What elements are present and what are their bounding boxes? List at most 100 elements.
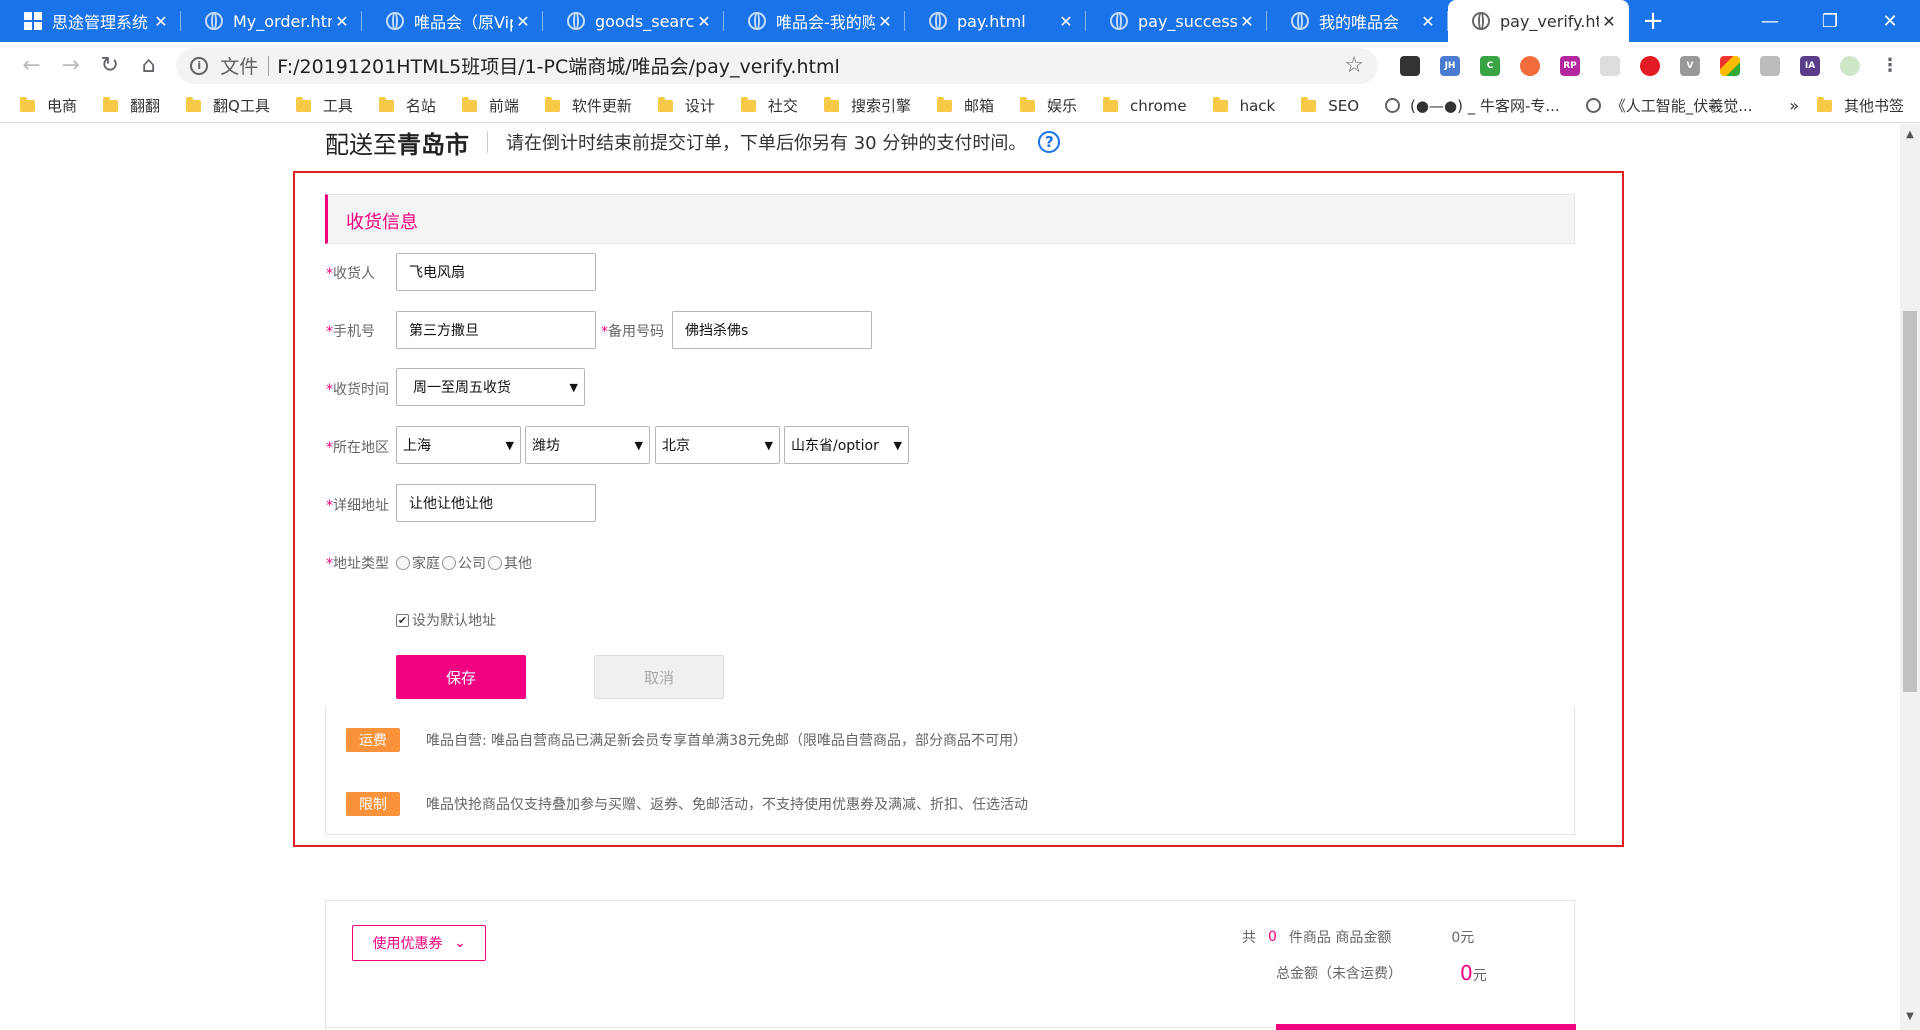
window-controls: — ❐ ✕ <box>1740 0 1920 42</box>
folder-icon <box>1301 96 1317 112</box>
bookmark-folder[interactable]: 软件更新 <box>544 95 632 116</box>
scroll-down-icon[interactable]: ▼ <box>1900 1011 1920 1028</box>
street-select[interactable]: 山东省/optior ▼ <box>784 426 909 464</box>
goods-count-row: 共 0 件商品 商品金额 0元 <box>1242 929 1475 946</box>
delivery-time-label: *收货时间 <box>326 382 389 398</box>
bookmark-folder[interactable]: hack <box>1212 96 1275 115</box>
browser-tab[interactable]: 唯品会（原Vip ✕ <box>362 0 543 42</box>
extension-icon[interactable] <box>1400 55 1421 76</box>
scrollbar-thumb[interactable] <box>1903 311 1917 692</box>
bookmark-link[interactable]: (●—●) _ 牛客网-专... <box>1385 95 1560 116</box>
bookmark-folder[interactable]: 翻Q工具 <box>186 95 270 116</box>
bookmark-folder[interactable]: 名站 <box>378 95 436 116</box>
section-header: 收货信息 <box>325 194 1575 244</box>
extension-icon[interactable] <box>1760 55 1781 76</box>
backup-phone-input[interactable]: 佛挡杀佛s <box>672 311 872 349</box>
extension-icon[interactable]: C <box>1480 55 1501 76</box>
browser-tab[interactable]: My_order.html ✕ <box>181 0 362 42</box>
extension-icon[interactable]: IA <box>1800 55 1821 76</box>
bookmark-folder[interactable]: 设计 <box>657 95 715 116</box>
bookmark-folder[interactable]: chrome <box>1102 96 1187 115</box>
profile-avatar[interactable] <box>1840 55 1861 76</box>
extension-icon[interactable] <box>1720 55 1741 76</box>
folder-icon <box>657 96 673 112</box>
tab-close-icon[interactable]: ✕ <box>875 12 895 31</box>
tab-close-icon[interactable]: ✕ <box>1056 12 1076 31</box>
close-window-button[interactable]: ✕ <box>1860 0 1920 42</box>
extension-icon[interactable]: V <box>1680 55 1701 76</box>
cancel-button[interactable]: 取消 <box>594 655 724 699</box>
extension-icon[interactable] <box>1520 55 1541 76</box>
globe-icon <box>748 12 766 30</box>
forward-button[interactable]: → <box>51 46 90 86</box>
default-address-checkbox[interactable]: ✔ <box>396 613 409 627</box>
radio-button[interactable] <box>442 556 456 570</box>
extension-icon[interactable] <box>1600 55 1621 76</box>
extension-icon[interactable]: JH <box>1440 55 1461 76</box>
goods-amount: 0元 <box>1451 930 1475 946</box>
browser-tab[interactable]: 我的唯品会 ✕ <box>1267 0 1448 42</box>
bookmark-folder[interactable]: SEO <box>1301 96 1359 115</box>
extension-icon[interactable]: RP <box>1560 55 1581 76</box>
address-type-home[interactable]: 家庭 <box>396 553 440 573</box>
address-type-company[interactable]: 公司 <box>442 553 486 573</box>
bookmark-star-icon[interactable]: ☆ <box>1344 53 1364 78</box>
tab-close-icon[interactable]: ✕ <box>1418 12 1438 31</box>
scroll-up-icon[interactable]: ▲ <box>1900 129 1920 146</box>
tab-close-icon[interactable]: ✕ <box>1599 12 1619 31</box>
bookmark-folder[interactable]: 工具 <box>295 95 353 116</box>
browser-tab[interactable]: goods_search ✕ <box>543 0 724 42</box>
tab-close-icon[interactable]: ✕ <box>151 12 171 31</box>
save-button[interactable]: 保存 <box>396 655 526 699</box>
maximize-button[interactable]: ❐ <box>1800 0 1860 42</box>
url-text[interactable]: F:/20191201HTML5班项目/1-PC端商城/唯品会/pay_veri… <box>277 52 1344 79</box>
browser-tab[interactable]: 唯品会-我的购 ✕ <box>724 0 905 42</box>
tab-title: 思途管理系统 <box>52 13 149 32</box>
tab-close-icon[interactable]: ✕ <box>513 12 533 31</box>
minimize-button[interactable]: — <box>1740 0 1800 42</box>
other-bookmarks[interactable]: 其他书签 <box>1816 95 1904 116</box>
bookmark-folder[interactable]: 邮箱 <box>936 95 994 116</box>
delivery-time-select[interactable]: 周一至周五收货 ▼ <box>396 368 585 406</box>
bookmark-link[interactable]: 《人工智能_伏羲觉... <box>1585 95 1753 116</box>
radio-button[interactable] <box>396 556 410 570</box>
bookmarks-overflow-button[interactable]: » <box>1789 96 1799 115</box>
use-coupon-button[interactable]: 使用优惠券 ⌄ <box>352 925 486 961</box>
province-select[interactable]: 上海 ▼ <box>396 426 521 464</box>
address-bar[interactable]: i 文件 F:/20191201HTML5班项目/1-PC端商城/唯品会/pay… <box>176 47 1379 84</box>
phone-input[interactable]: 第三方撒旦 <box>396 311 596 349</box>
bookmark-folder[interactable]: 娱乐 <box>1019 95 1077 116</box>
tab-close-icon[interactable]: ✕ <box>1237 12 1257 31</box>
radio-button[interactable] <box>488 556 502 570</box>
receiver-input[interactable]: 飞电风扇 <box>396 253 596 291</box>
back-button[interactable]: ← <box>12 46 51 86</box>
bookmark-folder[interactable]: 社交 <box>740 95 798 116</box>
browser-tab[interactable]: pay.html ✕ <box>905 0 1086 42</box>
dropdown-arrow-icon: ▼ <box>569 380 578 394</box>
reload-button[interactable]: ↻ <box>90 46 129 86</box>
city-select[interactable]: 潍坊 ▼ <box>525 426 650 464</box>
browser-tab[interactable]: 思途管理系统 ✕ <box>0 0 181 42</box>
home-button[interactable]: ⌂ <box>129 46 168 86</box>
help-icon[interactable]: ? <box>1038 131 1061 153</box>
district-select[interactable]: 北京 ▼ <box>655 426 780 464</box>
bookmark-folder[interactable]: 前端 <box>461 95 519 116</box>
address-type-other[interactable]: 其他 <box>488 553 532 573</box>
page-scrollbar[interactable]: ▲ ▼ <box>1900 124 1920 1030</box>
total-row: 总金额（未含运费） 0元 <box>1276 961 1487 985</box>
tab-title: My_order.html <box>233 11 332 31</box>
browser-tab[interactable]: pay_success.h ✕ <box>1086 0 1267 42</box>
browser-tab-active[interactable]: pay_verify.htm ✕ <box>1448 0 1629 42</box>
menu-kebab-icon[interactable]: ⋮ <box>1880 55 1900 76</box>
bookmark-folder[interactable]: 电商 <box>20 95 77 116</box>
address-detail-input[interactable]: 让他让他让他 <box>396 484 596 522</box>
bookmark-folder[interactable]: 搜索引擎 <box>823 95 911 116</box>
bookmark-folder[interactable]: 翻翻 <box>103 95 160 116</box>
tab-close-icon[interactable]: ✕ <box>332 12 352 31</box>
new-tab-button[interactable]: + <box>1629 0 1677 42</box>
shipping-badge: 运费 <box>346 728 400 752</box>
default-address-row[interactable]: ✔ 设为默认地址 <box>396 610 496 630</box>
info-icon[interactable]: i <box>190 56 209 75</box>
extension-icon[interactable] <box>1640 55 1661 76</box>
tab-close-icon[interactable]: ✕ <box>694 12 714 31</box>
